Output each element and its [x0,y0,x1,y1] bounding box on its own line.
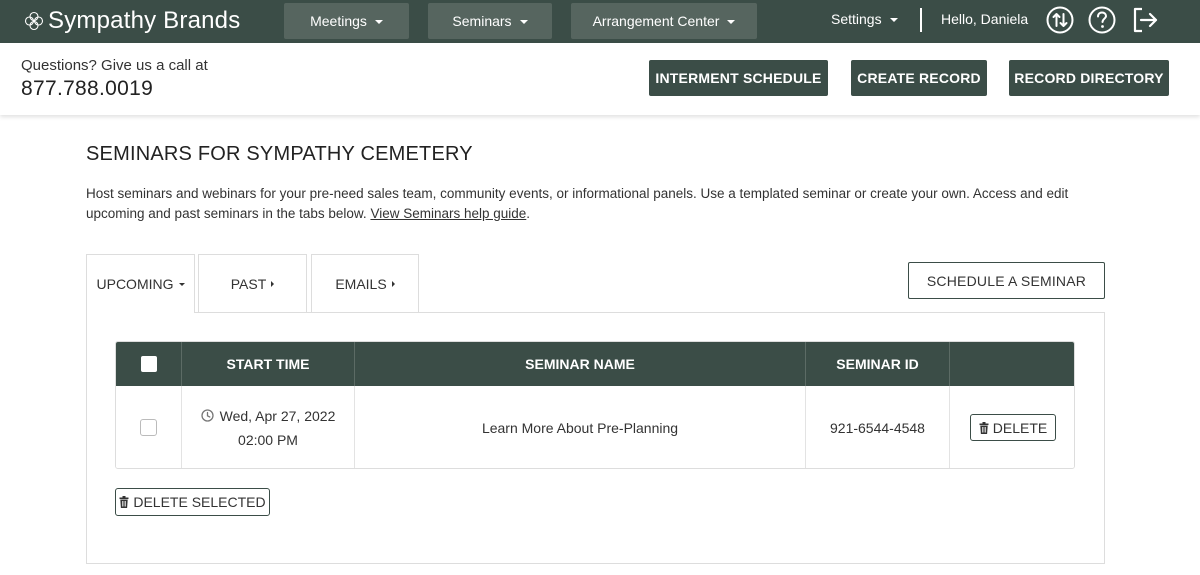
page-title: SEMINARS FOR SYMPATHY CEMETERY [86,143,473,165]
nav-divider [920,8,922,32]
page-description: Host seminars and webinars for your pre-… [86,186,1069,221]
nav-seminars[interactable]: Seminars [428,3,552,39]
clock-icon [200,408,214,422]
logout-icon[interactable] [1130,5,1160,35]
caret-down-icon [727,20,736,24]
tab-past[interactable]: PAST [198,254,307,312]
settings-menu[interactable]: Settings [831,11,898,27]
table-row: Wed, Apr 27, 2022 02:00 PM Learn More Ab… [116,386,1074,468]
help-guide-link[interactable]: View Seminars help guide [370,206,526,221]
contact-phone[interactable]: 877.788.0019 [21,77,153,101]
table-header: START TIME SEMINAR NAME SEMINAR ID [116,342,1074,386]
trash-icon [979,421,989,434]
tab-upcoming[interactable]: UPCOMING [86,254,195,313]
delete-button[interactable]: DELETE [970,414,1056,441]
flower-logo-icon [24,11,44,31]
start-time-cell: Wed, Apr 27, 2022 02:00 PM [182,386,355,468]
header-actions [950,342,1074,386]
header-seminar-name: SEMINAR NAME [355,342,806,386]
nav-arrangement-center[interactable]: Arrangement Center [571,3,757,39]
caret-right-icon [271,280,275,287]
caret-down-icon [374,20,383,24]
caret-down-icon [519,20,528,24]
user-greeting: Hello, Daniela [941,11,1029,27]
brand-logo[interactable]: Sympathy Brands [24,6,240,36]
start-date: Wed, Apr 27, 2022 [219,407,336,424]
caret-right-icon [391,280,395,287]
tab-emails[interactable]: EMAILS [311,254,419,312]
interment-schedule-button[interactable]: INTERMENT SCHEDULE [649,60,828,96]
seminars-table: START TIME SEMINAR NAME SEMINAR ID Wed, … [115,341,1075,469]
sync-icon[interactable] [1045,5,1075,35]
actions-cell: DELETE [950,386,1074,468]
help-icon[interactable] [1087,5,1117,35]
caret-down-icon [178,282,185,286]
caret-down-icon [889,18,898,22]
row-checkbox[interactable] [140,419,157,436]
create-record-button[interactable]: CREATE RECORD [851,60,987,96]
record-directory-button[interactable]: RECORD DIRECTORY [1009,60,1169,96]
sub-header: Questions? Give us a call at 877.788.001… [0,43,1200,115]
top-nav: Sympathy Brands Meetings Seminars Arrang… [0,0,1200,43]
delete-selected-button[interactable]: DELETE SELECTED [115,488,270,516]
header-select-all[interactable] [116,342,182,386]
schedule-seminar-button[interactable]: SCHEDULE A SEMINAR [908,262,1105,299]
brand-name: Sympathy Brands [48,7,241,34]
contact-prompt: Questions? Give us a call at [21,57,208,74]
nav-meetings[interactable]: Meetings [284,3,409,39]
row-select-cell [116,386,182,468]
start-time: 02:00 PM [238,431,298,448]
header-seminar-id: SEMINAR ID [806,342,950,386]
header-start-time: START TIME [182,342,355,386]
trash-icon [119,496,129,508]
select-all-checkbox[interactable] [140,356,157,372]
seminar-name-cell[interactable]: Learn More About Pre-Planning [355,386,806,468]
seminar-id-cell: 921-6544-4548 [806,386,950,468]
